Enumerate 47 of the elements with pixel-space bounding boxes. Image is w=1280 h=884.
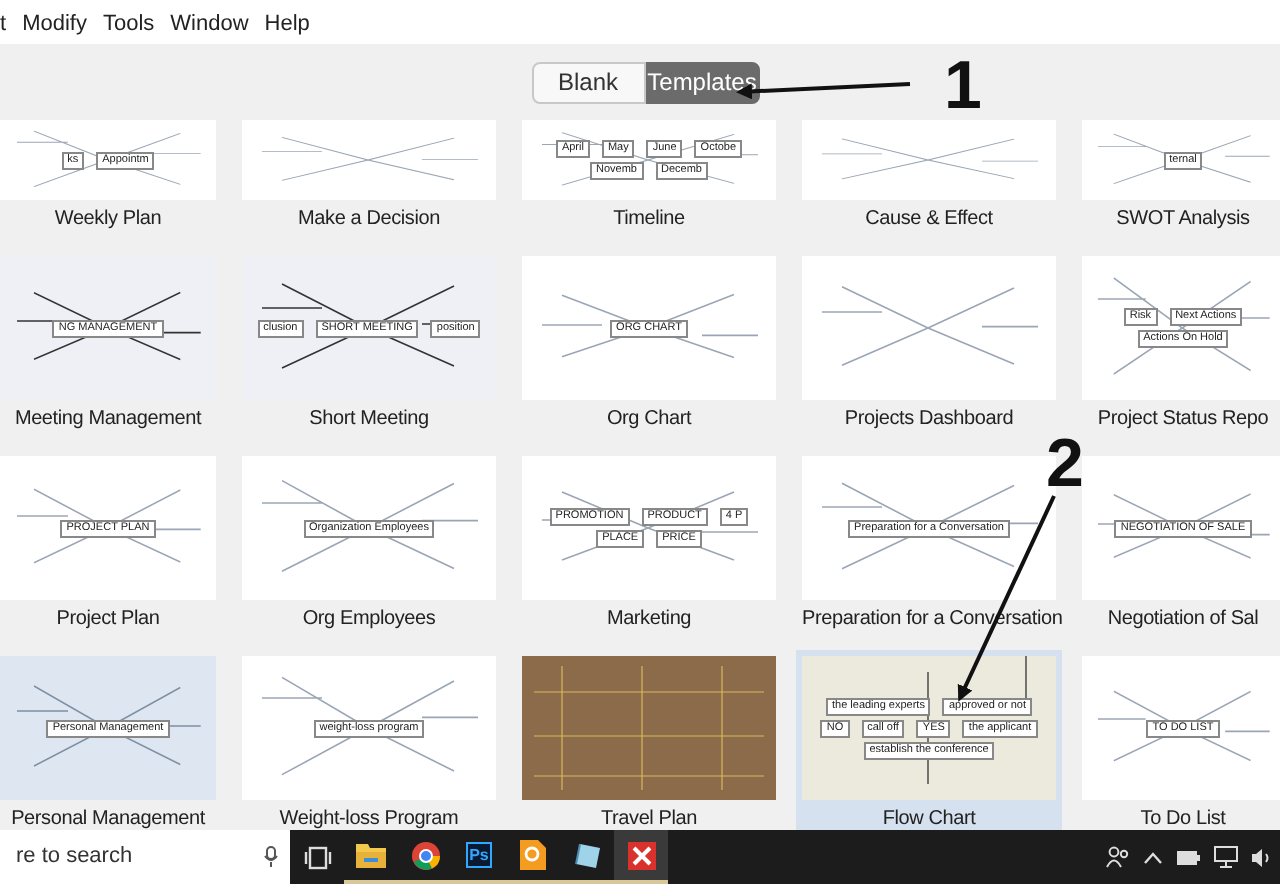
template-name: Org Employees bbox=[300, 606, 438, 634]
template-name: Project Status Repo bbox=[1095, 406, 1271, 434]
annotation-number: 1 bbox=[944, 56, 982, 116]
browser-icon[interactable] bbox=[411, 841, 439, 869]
notepad-icon[interactable] bbox=[573, 841, 601, 869]
template-name: Travel Plan bbox=[598, 806, 699, 830]
search-field[interactable]: re to search bbox=[0, 830, 290, 884]
close-x-icon[interactable] bbox=[627, 841, 655, 869]
menu-item[interactable]: Help bbox=[264, 12, 310, 38]
template-name: Personal Management bbox=[9, 806, 208, 830]
taskbar-button[interactable] bbox=[614, 830, 668, 884]
task-view-icon[interactable] bbox=[303, 845, 331, 869]
template-name: Project Plan bbox=[54, 606, 162, 634]
menu-item[interactable]: Tools bbox=[102, 12, 155, 38]
battery-icon[interactable] bbox=[1176, 849, 1200, 865]
ps-app-icon[interactable]: Ps bbox=[465, 842, 493, 868]
template-tile[interactable]: Travel Plan bbox=[522, 656, 776, 830]
people-icon[interactable] bbox=[1106, 846, 1130, 868]
taskbar-button[interactable]: Ps bbox=[452, 830, 506, 884]
speaker-icon[interactable] bbox=[1252, 847, 1272, 867]
template-name: Weight-loss Program bbox=[277, 806, 461, 830]
template-name: Make a Decision bbox=[296, 206, 442, 234]
menu-item[interactable]: Window bbox=[170, 12, 249, 38]
mode-tab[interactable]: Blank bbox=[531, 61, 645, 103]
menu-item[interactable]: t bbox=[0, 12, 7, 38]
template-name: Short Meeting bbox=[307, 406, 431, 434]
template-name: Cause & Effect bbox=[863, 206, 995, 234]
template-tile[interactable]: Cause & Effect bbox=[802, 120, 1056, 240]
template-name: To Do List bbox=[1138, 806, 1228, 830]
template-name: Projects Dashboard bbox=[842, 406, 1016, 434]
template-name: Meeting Management bbox=[12, 406, 204, 434]
template-name: Timeline bbox=[611, 206, 687, 234]
caret-up-icon[interactable] bbox=[1144, 851, 1162, 863]
menu-item[interactable]: Modify bbox=[22, 12, 87, 38]
template-name: Weekly Plan bbox=[52, 206, 164, 234]
template-tile[interactable]: Make a Decision bbox=[242, 120, 496, 240]
template-tile[interactable]: Projects Dashboard bbox=[802, 256, 1056, 440]
mode-tab[interactable]: Templates bbox=[645, 61, 759, 103]
template-name: SWOT Analysis bbox=[1114, 206, 1252, 234]
template-name: Marketing bbox=[604, 606, 694, 634]
template-name: Flow Chart bbox=[880, 806, 978, 830]
microphone-icon[interactable] bbox=[264, 846, 278, 868]
template-name: Negotiation of Sal bbox=[1105, 606, 1261, 634]
search-placeholder: re to search bbox=[14, 842, 133, 873]
app-icon[interactable] bbox=[520, 840, 546, 870]
template-name: Org Chart bbox=[604, 406, 694, 434]
folder-icon[interactable] bbox=[356, 842, 386, 868]
